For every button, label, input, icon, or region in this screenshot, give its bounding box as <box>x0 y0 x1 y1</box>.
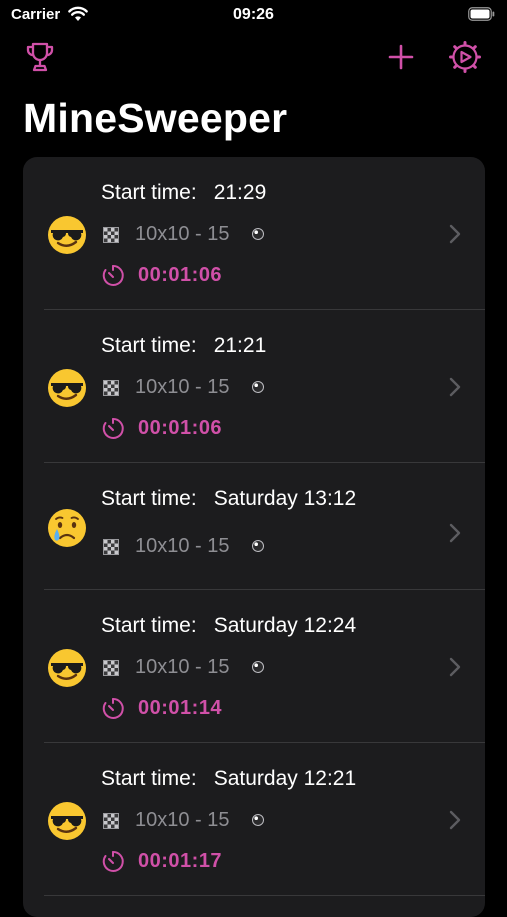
mine-icon <box>252 381 264 393</box>
board-grid-icon <box>103 539 119 555</box>
elapsed-time: 00:01:14 <box>138 697 223 719</box>
sunglasses-face-icon <box>48 802 86 840</box>
chevron-right-icon <box>449 810 461 830</box>
timer-icon <box>102 697 124 719</box>
mine-icon <box>252 228 264 240</box>
game-row[interactable]: Start time:Saturday 12:24 10x10 - 15 00 <box>23 590 485 743</box>
board-size: 10x10 - 15 <box>135 656 230 678</box>
chevron-right-icon <box>449 523 461 543</box>
start-time-label: Start time: <box>101 767 197 790</box>
game-row[interactable]: Start time: 21:29 10x10 - 15 00:01:06 <box>23 157 485 310</box>
mine-icon <box>252 661 264 673</box>
status-time: 09:26 <box>233 6 274 23</box>
mine-icon <box>252 540 264 552</box>
board-size: 10x10 - 15 <box>135 809 230 831</box>
status-bar: Carrier 09:26 <box>0 0 507 32</box>
chevron-right-icon <box>449 377 461 397</box>
timer-icon <box>102 264 124 286</box>
start-time-line: Start time: Saturday 13:12 <box>101 487 356 511</box>
sunglasses-face-icon <box>48 369 86 407</box>
plus-icon[interactable] <box>384 40 418 74</box>
board-size: 10x10 - 15 <box>135 535 230 557</box>
start-time-label: Start time: <box>101 614 197 637</box>
trophy-icon[interactable] <box>23 40 57 74</box>
games-list: Start time: 21:29 10x10 - 15 00:01:06 St… <box>23 157 485 917</box>
crying-face-icon <box>48 509 86 547</box>
start-time-label: Start time: <box>101 181 197 204</box>
elapsed-time: 00:01:17 <box>138 850 223 872</box>
game-row[interactable]: Start time:Saturday 12:21 10x10 - 15 00 <box>23 743 485 896</box>
page-title: MineSweeper <box>23 95 288 141</box>
gear-icon[interactable] <box>448 40 482 74</box>
elapsed-time: 00:01:06 <box>138 417 223 439</box>
start-time-label: Start time: <box>101 334 197 357</box>
start-time-label: Start time: <box>101 487 197 510</box>
game-row[interactable]: Start time: 21:21 10x10 - 15 00:01:06 <box>23 310 485 463</box>
board-grid-icon <box>103 660 119 676</box>
board-grid-icon <box>103 380 119 396</box>
start-time-value: Saturday 12:24 <box>213 614 357 637</box>
mine-icon <box>252 814 264 826</box>
sunglasses-face-icon <box>48 216 86 254</box>
game-row[interactable]: Start time: Saturday 13:12 10x10 - 15 <box>23 463 485 590</box>
board-grid-icon <box>103 227 119 243</box>
board-size: 10x10 - 15 <box>135 376 230 398</box>
battery-icon <box>468 7 495 21</box>
timer-icon <box>102 850 124 872</box>
start-time-line: Start time: Saturday 12:21 <box>101 767 356 791</box>
start-time-line: Start time: Saturday 12:24 <box>101 614 356 638</box>
chevron-right-icon <box>449 657 461 677</box>
start-time-line: Start time: 21:29 <box>101 181 266 205</box>
board-grid-icon <box>103 813 119 829</box>
sunglasses-face-icon <box>48 649 86 687</box>
elapsed-time: 00:01:06 <box>138 264 223 286</box>
start-time-value: 21:29 <box>213 181 267 204</box>
row-separator <box>44 895 485 896</box>
chevron-right-icon <box>449 224 461 244</box>
start-time-value: Saturday 12:21 <box>213 767 357 790</box>
start-time-line: Start time: 21:21 <box>101 334 266 358</box>
start-time-value: 21:21 <box>213 334 267 357</box>
start-time-value: Saturday 13:12 <box>213 487 357 510</box>
timer-icon <box>102 417 124 439</box>
board-size: 10x10 - 15 <box>135 223 230 245</box>
